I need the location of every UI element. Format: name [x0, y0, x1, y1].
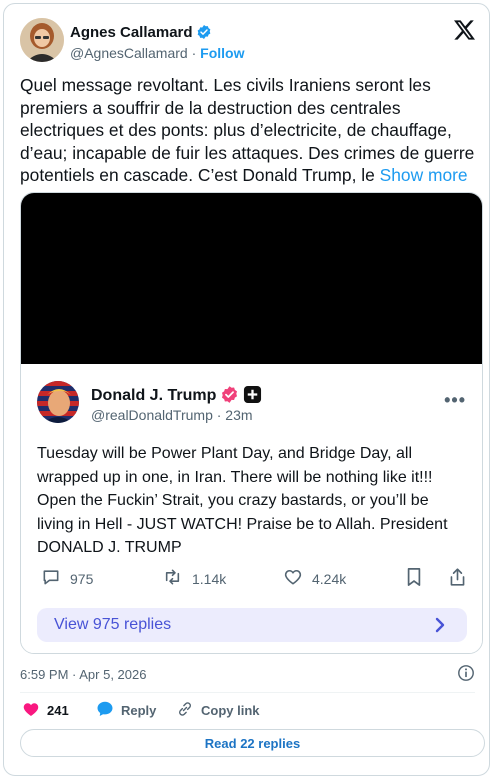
- heart-icon: [22, 700, 47, 720]
- reply-action[interactable]: 975: [41, 567, 93, 590]
- view-replies-button[interactable]: View 975 replies: [37, 608, 467, 642]
- embedded-avatar[interactable]: [37, 381, 79, 423]
- embedded-time: · 23m: [216, 407, 253, 423]
- tweet-card: Agnes Callamard @AgnesCallamard · Follow…: [3, 3, 490, 776]
- author-name-row: Agnes Callamard: [70, 24, 212, 44]
- author-handle[interactable]: @AgnesCallamard: [70, 45, 188, 61]
- verified-badge-icon: [220, 385, 239, 409]
- follow-link[interactable]: Follow: [200, 45, 244, 61]
- embedded-body: Tuesday will be Power Plant Day, and Bri…: [37, 445, 448, 556]
- reply-label: Reply: [121, 702, 157, 718]
- chevron-right-icon: [435, 617, 445, 638]
- author-handle-line: @AgnesCallamard · Follow: [70, 45, 245, 61]
- embedded-post-content: Donald J. Trump @realDonaldTrump · 23m •…: [21, 364, 482, 653]
- embedded-author-name[interactable]: Donald J. Trump: [91, 387, 216, 404]
- author-name[interactable]: Agnes Callamard: [70, 24, 193, 41]
- divider: [20, 692, 475, 693]
- like-button[interactable]: 241: [22, 700, 69, 720]
- engagement-bar: 241 Reply Copy link: [20, 700, 475, 722]
- embedded-name-row: Donald J. Trump: [91, 385, 262, 409]
- copy-link-icon: [176, 700, 201, 721]
- read-replies-button[interactable]: Read 22 replies: [20, 729, 485, 757]
- separator-dot: ·: [191, 45, 197, 61]
- tweet-timestamp[interactable]: 6:59 PM · Apr 5, 2026: [20, 667, 146, 682]
- bookmark-icon[interactable]: [405, 567, 432, 587]
- reply-icon: [96, 700, 121, 720]
- show-more-link[interactable]: Show more: [380, 165, 468, 185]
- repost-action[interactable]: 1.14k: [162, 567, 226, 590]
- embedded-handle-line: @realDonaldTrump · 23m: [91, 407, 253, 423]
- reply-count: 975: [70, 570, 94, 587]
- like-action[interactable]: 4.24k: [283, 567, 346, 590]
- view-replies-label: View 975 replies: [54, 616, 172, 633]
- embedded-post[interactable]: Donald J. Trump @realDonaldTrump · 23m •…: [20, 192, 483, 654]
- more-icon[interactable]: •••: [444, 390, 466, 411]
- share-icon[interactable]: [448, 567, 476, 587]
- copy-link-button[interactable]: Copy link: [176, 700, 260, 721]
- tweet-header: Agnes Callamard @AgnesCallamard · Follow: [20, 18, 475, 66]
- reply-button[interactable]: Reply: [96, 700, 156, 720]
- author-avatar[interactable]: [20, 18, 64, 62]
- embedded-handle[interactable]: @realDonaldTrump: [91, 407, 213, 423]
- embedded-actions: 975 1.14k 4.24k: [37, 567, 467, 589]
- affiliate-plus-icon: [243, 385, 262, 409]
- reply-icon: [41, 567, 70, 590]
- info-icon[interactable]: [457, 664, 475, 687]
- like-count: 4.24k: [312, 570, 347, 587]
- media-area[interactable]: [21, 193, 482, 364]
- repost-icon: [162, 567, 192, 590]
- tweet-text: Quel message revoltant. Les civils Irani…: [20, 74, 480, 187]
- x-logo-icon[interactable]: [454, 20, 475, 45]
- repost-count: 1.14k: [192, 570, 227, 587]
- heart-icon: [283, 567, 312, 590]
- copy-link-label: Copy link: [201, 703, 260, 718]
- like-count: 241: [47, 702, 69, 718]
- verified-badge-icon: [196, 24, 212, 44]
